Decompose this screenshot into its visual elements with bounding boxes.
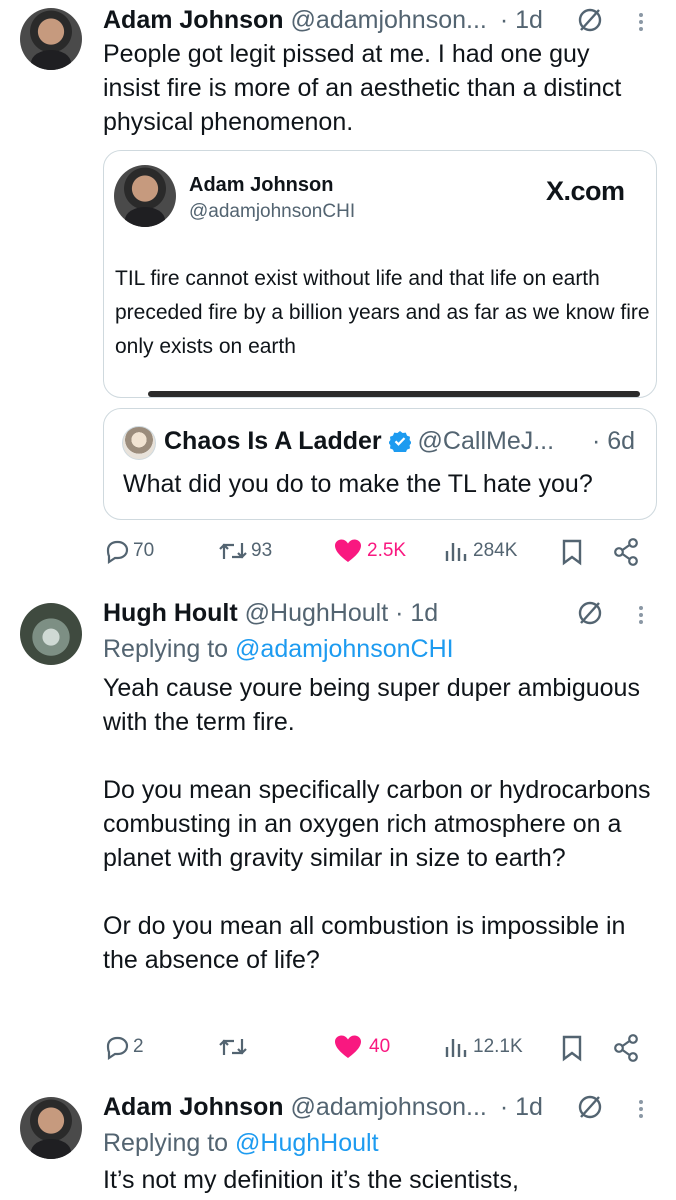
- avatar[interactable]: [20, 1097, 82, 1159]
- embed-avatar: [114, 165, 176, 227]
- author-name[interactable]: Hugh Hoult: [103, 599, 238, 627]
- bookmark-icon[interactable]: [560, 1034, 584, 1062]
- reply-count: 2: [133, 1036, 144, 1057]
- replying-to: Replying to @HughHoult: [103, 1128, 379, 1158]
- replying-to-link[interactable]: @adamjohnsonCHI: [235, 635, 454, 663]
- timestamp[interactable]: · 1d: [500, 1093, 543, 1121]
- tweet-text: It’s not my definition it’s the scientis…: [103, 1166, 519, 1194]
- like-button[interactable]: 40: [333, 1033, 390, 1061]
- more-vertical-icon[interactable]: [639, 1097, 645, 1121]
- views-count: 12.1K: [473, 1036, 523, 1057]
- tweet-text: People got legit pissed at me. I had one…: [103, 40, 622, 136]
- x-logo: X.com: [546, 176, 625, 206]
- views-button[interactable]: 12.1K: [443, 1033, 523, 1061]
- heart-icon: [335, 539, 361, 562]
- quote-text: What did you do to make the TL hate you?: [123, 470, 593, 498]
- more-vertical-icon[interactable]: [639, 603, 645, 627]
- replying-to-label: Replying to: [103, 1129, 236, 1157]
- author-handle[interactable]: @adamjohnson...: [291, 6, 487, 34]
- author-handle[interactable]: @adamjohnson...: [291, 1093, 487, 1121]
- views-icon: [445, 1039, 467, 1057]
- share-icon[interactable]: [612, 1033, 640, 1063]
- reply-count: 70: [133, 540, 155, 561]
- quote-author-handle: @CallMeJ...: [417, 427, 555, 455]
- author-handle[interactable]: @HughHoult · 1d: [245, 599, 439, 627]
- views-count: 284K: [473, 540, 518, 561]
- grok-slash-icon[interactable]: [577, 7, 603, 33]
- timestamp[interactable]: · 1d: [500, 6, 543, 34]
- like-button[interactable]: 2.5K: [333, 537, 406, 565]
- repost-icon: [219, 543, 247, 559]
- verified-badge-icon: [387, 431, 412, 455]
- embed-text: TIL fire cannot exist without life and t…: [115, 267, 650, 358]
- share-icon[interactable]: [612, 537, 640, 567]
- author-name[interactable]: Adam Johnson: [103, 1093, 284, 1121]
- tweet-header: Adam Johnson @adamjohnson... · 1d: [103, 5, 543, 35]
- quote-header: Chaos Is A Ladder @CallMeJ...: [164, 426, 554, 456]
- views-icon: [445, 543, 467, 561]
- reply-icon: [106, 540, 129, 565]
- grok-slash-icon[interactable]: [577, 1094, 603, 1120]
- author-name[interactable]: Adam Johnson: [103, 6, 284, 34]
- repost-button[interactable]: [217, 1033, 249, 1061]
- views-button[interactable]: 284K: [443, 537, 517, 565]
- reply-icon: [106, 1036, 129, 1061]
- avatar[interactable]: [20, 603, 82, 665]
- like-count: 40: [369, 1036, 391, 1057]
- reply-button[interactable]: 2: [103, 1033, 144, 1061]
- repost-count: 93: [251, 540, 273, 561]
- tweet-header: Adam Johnson @adamjohnson... · 1d: [103, 1092, 543, 1122]
- quote-avatar: [122, 426, 156, 460]
- replying-to-link[interactable]: @HughHoult: [235, 1129, 379, 1157]
- embed-author-name: Adam Johnson: [189, 174, 334, 196]
- bookmark-icon[interactable]: [560, 538, 584, 566]
- replying-to: Replying to @adamjohnsonCHI: [103, 634, 454, 664]
- quoted-tweet[interactable]: Chaos Is A Ladder @CallMeJ... · 6d What …: [103, 408, 657, 520]
- tweet-header: Hugh Hoult @HughHoult · 1d: [103, 598, 438, 628]
- quote-timestamp: · 6d: [592, 427, 636, 455]
- embed-image-edge: [148, 391, 640, 397]
- avatar[interactable]: [20, 8, 82, 70]
- grok-slash-icon[interactable]: [577, 600, 603, 626]
- more-vertical-icon[interactable]: [639, 10, 645, 34]
- reply-button[interactable]: 70: [103, 537, 154, 565]
- quote-author-name: Chaos Is A Ladder: [164, 427, 382, 455]
- heart-icon: [335, 1035, 361, 1058]
- embed-author-handle: @adamjohnsonCHI: [189, 201, 356, 222]
- tweet-text: Yeah cause youre being super duper ambig…: [103, 674, 651, 974]
- repost-icon: [219, 1039, 247, 1055]
- like-count: 2.5K: [367, 540, 407, 561]
- embed-link-card[interactable]: Adam Johnson @adamjohnsonCHI X.com TIL f…: [103, 150, 657, 398]
- repost-button[interactable]: 93: [217, 537, 272, 565]
- replying-to-label: Replying to: [103, 635, 236, 663]
